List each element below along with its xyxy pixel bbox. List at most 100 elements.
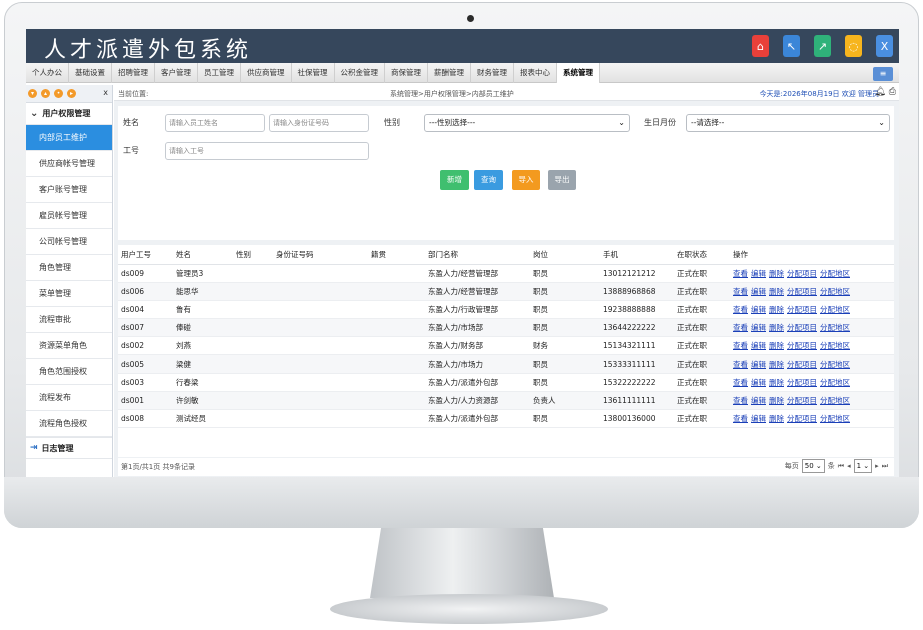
nav-tab-1[interactable]: 基础设置: [69, 62, 112, 83]
row-action-link[interactable]: 分配项目: [787, 287, 817, 296]
empno-input[interactable]: 请输入工号: [165, 142, 369, 160]
row-action-link[interactable]: 删除: [769, 378, 784, 387]
row-action-link[interactable]: 分配项目: [787, 396, 817, 405]
menu-toggle-icon[interactable]: ≡: [873, 67, 893, 81]
row-action-link[interactable]: 删除: [769, 341, 784, 350]
nav-tab-3[interactable]: 客户管理: [155, 62, 198, 83]
row-action-link[interactable]: 分配地区: [820, 414, 850, 423]
next-page-icon[interactable]: ▸: [875, 462, 879, 470]
row-action-link[interactable]: 删除: [769, 287, 784, 296]
row-action-link[interactable]: 查看: [733, 305, 748, 314]
refresh-icon[interactable]: •: [54, 89, 63, 98]
sidebar-group-logs[interactable]: ⇥ 日志管理: [26, 437, 112, 459]
sidebar-item-6[interactable]: 菜单管理: [26, 281, 112, 307]
row-action-link[interactable]: 查看: [733, 287, 748, 296]
row-action-link[interactable]: 删除: [769, 360, 784, 369]
import-button[interactable]: 导入: [512, 170, 540, 190]
row-action-link[interactable]: 分配地区: [820, 378, 850, 387]
nav-tab-12[interactable]: 系统管理: [557, 62, 600, 83]
nav-tab-7[interactable]: 公积金管理: [335, 62, 385, 83]
sidebar-item-11[interactable]: 流程角色授权: [26, 411, 112, 437]
add-button[interactable]: 新增: [440, 170, 469, 190]
row-action-link[interactable]: 查看: [733, 341, 748, 350]
row-action-link[interactable]: 编辑: [751, 323, 766, 332]
sidebar-item-1[interactable]: 供应商帐号管理: [26, 151, 112, 177]
nav-tab-10[interactable]: 财务管理: [471, 62, 514, 83]
row-action-link[interactable]: 分配地区: [820, 305, 850, 314]
nav-tab-4[interactable]: 员工管理: [198, 62, 241, 83]
row-action-link[interactable]: 分配项目: [787, 414, 817, 423]
row-action-link[interactable]: 分配项目: [787, 341, 817, 350]
sidebar-item-4[interactable]: 公司帐号管理: [26, 229, 112, 255]
export-button[interactable]: 导出: [548, 170, 576, 190]
row-action-link[interactable]: 编辑: [751, 360, 766, 369]
row-action-link[interactable]: 分配地区: [820, 360, 850, 369]
sidebar-group-user-permissions[interactable]: ⌄ 用户权限管理: [26, 103, 112, 125]
row-action-link[interactable]: 分配项目: [787, 323, 817, 332]
collapse-icon[interactable]: ▾: [28, 89, 37, 98]
per-page-select[interactable]: 50 ⌄: [801, 459, 825, 473]
row-action-link[interactable]: 查看: [733, 269, 748, 278]
print-icon[interactable]: ⎙: [889, 87, 896, 97]
row-action-link[interactable]: 编辑: [751, 287, 766, 296]
row-action-link[interactable]: 查看: [733, 323, 748, 332]
row-action-link[interactable]: 删除: [769, 269, 784, 278]
sidebar-item-10[interactable]: 流程发布: [26, 385, 112, 411]
row-action-link[interactable]: 分配项目: [787, 305, 817, 314]
nav-tab-6[interactable]: 社保管理: [292, 62, 335, 83]
gender-select[interactable]: ---性别选择--- ⌄: [424, 114, 630, 132]
forward-icon[interactable]: ↗: [814, 35, 831, 57]
row-action-link[interactable]: 编辑: [751, 414, 766, 423]
first-page-icon[interactable]: ⏮: [838, 462, 844, 471]
nav-tab-0[interactable]: 个人办公: [26, 62, 69, 83]
pin-icon[interactable]: ▸: [67, 89, 76, 98]
row-action-link[interactable]: 分配地区: [820, 396, 850, 405]
sidebar-close-icon[interactable]: x: [103, 88, 108, 97]
row-action-link[interactable]: 删除: [769, 414, 784, 423]
row-action-link[interactable]: 分配项目: [787, 360, 817, 369]
sidebar-item-5[interactable]: 角色管理: [26, 255, 112, 281]
row-action-link[interactable]: 编辑: [751, 378, 766, 387]
prev-page-icon[interactable]: ◂: [847, 462, 851, 470]
sidebar-item-3[interactable]: 雇员帐号管理: [26, 203, 112, 229]
close-icon[interactable]: X: [876, 35, 893, 57]
row-action-link[interactable]: 编辑: [751, 341, 766, 350]
query-button[interactable]: 查询: [474, 170, 503, 190]
row-action-link[interactable]: 编辑: [751, 396, 766, 405]
nav-tab-5[interactable]: 供应商管理: [241, 62, 292, 83]
nav-tab-11[interactable]: 报表中心: [514, 62, 557, 83]
sidebar-item-2[interactable]: 客户账号管理: [26, 177, 112, 203]
sidebar-item-7[interactable]: 流程审批: [26, 307, 112, 333]
nav-tab-9[interactable]: 薪酬管理: [428, 62, 471, 83]
row-action-link[interactable]: 分配地区: [820, 323, 850, 332]
row-action-link[interactable]: 查看: [733, 414, 748, 423]
row-action-link[interactable]: 分配项目: [787, 269, 817, 278]
row-action-link[interactable]: 删除: [769, 396, 784, 405]
lightbulb-icon[interactable]: ◌: [845, 35, 862, 57]
row-action-link[interactable]: 删除: [769, 305, 784, 314]
sidebar-item-9[interactable]: 角色范围授权: [26, 359, 112, 385]
sidebar-item-8[interactable]: 资源菜单角色: [26, 333, 112, 359]
row-action-link[interactable]: 分配地区: [820, 341, 850, 350]
nav-tab-8[interactable]: 商保管理: [385, 62, 428, 83]
birth-month-select[interactable]: --请选择-- ⌄: [686, 114, 890, 132]
row-action-link[interactable]: 删除: [769, 323, 784, 332]
sidebar-item-0[interactable]: 内部员工维护: [26, 125, 112, 151]
row-action-link[interactable]: 查看: [733, 396, 748, 405]
row-action-link[interactable]: 分配项目: [787, 378, 817, 387]
row-action-link[interactable]: 分配地区: [820, 269, 850, 278]
home-icon[interactable]: ⌂: [752, 35, 769, 57]
row-action-link[interactable]: 编辑: [751, 269, 766, 278]
row-action-link[interactable]: 分配地区: [820, 287, 850, 296]
id-number-input[interactable]: 请输入身份证号码: [269, 114, 369, 132]
row-action-link[interactable]: 查看: [733, 378, 748, 387]
row-action-link[interactable]: 编辑: [751, 305, 766, 314]
nav-tab-2[interactable]: 招聘管理: [112, 62, 155, 83]
name-input[interactable]: 请输入员工姓名: [165, 114, 265, 132]
page-select[interactable]: 1 ⌄: [853, 459, 873, 473]
last-page-icon[interactable]: ⏭: [882, 462, 888, 471]
back-icon[interactable]: ↖: [783, 35, 800, 57]
bell-icon[interactable]: 🔔︎: [874, 87, 885, 97]
expand-icon[interactable]: ▴: [41, 89, 50, 98]
row-action-link[interactable]: 查看: [733, 360, 748, 369]
